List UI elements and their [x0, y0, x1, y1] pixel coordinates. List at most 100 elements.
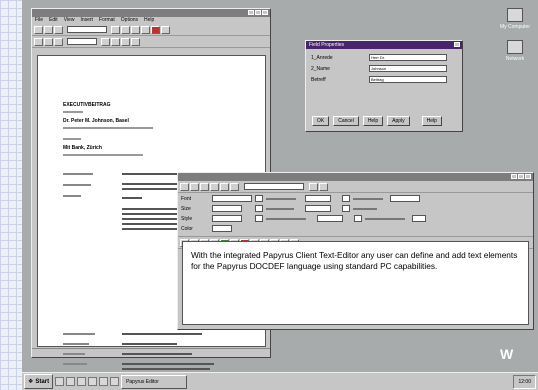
clock: 12:00	[518, 378, 531, 385]
field-input-anrede[interactable]: Herr Dr.	[369, 54, 447, 61]
style-input[interactable]	[212, 215, 242, 222]
desktop-icon-label: Network	[505, 56, 525, 62]
value-input[interactable]	[412, 215, 426, 222]
size-select[interactable]	[67, 38, 97, 45]
save-icon[interactable]	[54, 25, 63, 34]
property-fields: Font Size Style Color	[178, 194, 533, 236]
field-label: Size	[181, 205, 191, 212]
color-input[interactable]	[212, 225, 232, 232]
menu-file[interactable]: File	[35, 17, 43, 24]
value-input[interactable]	[390, 195, 420, 202]
minimize-icon[interactable]	[511, 174, 517, 179]
menu-edit[interactable]: Edit	[49, 17, 58, 24]
ok-button[interactable]: OK	[312, 116, 330, 126]
align-center-icon[interactable]	[111, 37, 120, 46]
font-select[interactable]	[67, 26, 107, 33]
undo-icon[interactable]	[161, 25, 170, 34]
underline-icon[interactable]	[54, 37, 63, 46]
quick-launch-icon[interactable]	[55, 377, 65, 386]
paste-icon[interactable]	[141, 25, 150, 34]
start-button[interactable]: ❖ Start	[24, 374, 54, 389]
cancel-button[interactable]: Cancel	[333, 116, 359, 126]
minimize-icon[interactable]	[248, 10, 254, 15]
quick-launch-icon[interactable]	[77, 377, 87, 386]
close-icon[interactable]	[525, 174, 531, 179]
open-icon[interactable]	[44, 25, 53, 34]
menu-insert[interactable]: Insert	[80, 17, 93, 24]
desktop-icon-my-computer[interactable]: My Computer	[498, 8, 532, 30]
table-labels	[63, 170, 108, 233]
help-button-2[interactable]: Help	[421, 116, 442, 126]
value-input[interactable]	[305, 205, 331, 212]
open-icon[interactable]	[190, 182, 199, 191]
justify-icon[interactable]	[131, 37, 140, 46]
italic-icon[interactable]	[319, 182, 328, 191]
dialog-title: Field Properties	[309, 42, 345, 48]
align-left-icon[interactable]	[101, 37, 110, 46]
windows-icon: ❖	[28, 379, 34, 385]
help-button[interactable]: Help	[362, 116, 384, 126]
property-toolbar	[178, 181, 533, 193]
menu-help[interactable]: Help	[144, 17, 154, 24]
checkbox[interactable]	[342, 205, 350, 212]
new-icon[interactable]	[34, 25, 43, 34]
print-icon[interactable]	[111, 25, 120, 34]
save-icon[interactable]	[200, 182, 209, 191]
new-icon[interactable]	[180, 182, 189, 191]
desktop-icon-network[interactable]: Network	[498, 40, 532, 62]
copy-icon[interactable]	[131, 25, 140, 34]
field-label: Font	[181, 195, 192, 202]
maximize-icon[interactable]	[255, 10, 261, 15]
quick-launch-icon[interactable]	[66, 377, 76, 386]
checkbox[interactable]	[342, 195, 350, 202]
text-edit-area[interactable]: With the integrated Papyrus Client Text-…	[182, 241, 529, 325]
value-input[interactable]	[305, 195, 331, 202]
stop-icon[interactable]	[151, 25, 160, 34]
close-icon[interactable]	[262, 10, 268, 15]
quick-launch-icon[interactable]	[99, 377, 109, 386]
desktop-icon-label: My Computer	[499, 24, 530, 30]
checkbox[interactable]	[255, 195, 263, 202]
property-row: Color	[181, 224, 530, 233]
document-heading: EXECUTIVBEITRAG	[63, 102, 111, 108]
close-icon[interactable]	[454, 42, 460, 47]
value-input[interactable]	[317, 215, 343, 222]
cut-icon[interactable]	[210, 182, 219, 191]
field-input-betreff[interactable]: Beitrag	[369, 76, 447, 83]
start-label: Start	[35, 378, 50, 385]
quick-launch-icon[interactable]	[110, 377, 120, 386]
property-window: Font Size Style Color With the integrate…	[177, 172, 534, 330]
menu-options[interactable]: Options	[121, 17, 138, 24]
copy-icon[interactable]	[220, 182, 229, 191]
taskbar: ❖ Start Papyrus Editor 12:00	[22, 372, 538, 390]
dialog-title-bar: Field Properties	[306, 41, 462, 49]
checkbox[interactable]	[354, 215, 362, 222]
menu-format[interactable]: Format	[99, 17, 115, 24]
menu-view[interactable]: View	[64, 17, 75, 24]
dialog-row: Betreff Beitrag	[311, 75, 457, 84]
checkbox[interactable]	[255, 215, 263, 222]
maximize-icon[interactable]	[518, 174, 524, 179]
field-label: Color	[181, 225, 193, 232]
quick-launch-icon[interactable]	[88, 377, 98, 386]
apply-button[interactable]: Apply	[387, 116, 410, 126]
field-label: 1_Anrede	[311, 54, 333, 61]
text-line	[63, 138, 81, 140]
size-input[interactable]	[212, 205, 242, 212]
taskbar-item-editor[interactable]: Papyrus Editor	[121, 374, 188, 389]
paste-icon[interactable]	[230, 182, 239, 191]
align-right-icon[interactable]	[121, 37, 130, 46]
editor-status-bar	[32, 348, 270, 357]
bold-icon[interactable]	[34, 37, 43, 46]
bold-icon[interactable]	[309, 182, 318, 191]
text-line	[63, 111, 83, 113]
font-input[interactable]	[212, 195, 252, 202]
field-dialog: Field Properties 1_Anrede Herr Dr. 2_Nam…	[305, 40, 463, 132]
cut-icon[interactable]	[121, 25, 130, 34]
style-select[interactable]	[244, 183, 304, 190]
checkbox[interactable]	[255, 205, 263, 212]
document-recipient: Mit Bank, Zürich	[63, 145, 102, 151]
field-label: Betreff	[311, 76, 326, 83]
field-input-name[interactable]: Johnson	[369, 65, 447, 72]
italic-icon[interactable]	[44, 37, 53, 46]
